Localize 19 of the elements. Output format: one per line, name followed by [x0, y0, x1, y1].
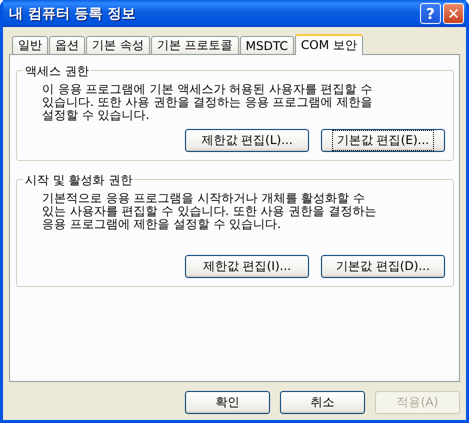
tab[interactable]: 일반: [12, 36, 48, 54]
edit-button[interactable]: 제한값 편집(L)...: [185, 129, 309, 152]
tab[interactable]: 기본 속성: [86, 36, 150, 54]
tab[interactable]: 옵션: [49, 36, 85, 54]
edit-button[interactable]: 기본값 편집(D)...: [321, 255, 445, 278]
dialog-button[interactable]: 취소: [280, 391, 365, 414]
window-title: 내 컴퓨터 등록 정보: [9, 4, 137, 22]
group-title: 액세스 권한: [23, 63, 91, 80]
tab[interactable]: MSDTC: [240, 36, 294, 54]
group-description: 이 응용 프로그램에 기본 액세스가 허용된 사용자를 편집할 수 있습니다. 또한 사용 권한을 결정하는 응용 프로그램에 제한을 설정할 수 있습니다.: [42, 83, 374, 122]
tab[interactable]: 기본 프로토콜: [150, 36, 239, 54]
tab[interactable]: COM 보안: [294, 34, 363, 55]
edit-button[interactable]: 제한값 편집(I)...: [185, 255, 309, 278]
edit-button[interactable]: 기본값 편집(E)...: [321, 129, 445, 152]
group-title: 시작 및 활성화 권한: [23, 172, 134, 189]
dialog-button[interactable]: 확인: [185, 391, 270, 414]
help-button[interactable]: ?: [420, 3, 441, 24]
group-description: 기본적으로 응용 프로그램을 시작하거나 개체를 활성화할 수 있는 사용자를 편집할 수 있습니다. 또한 사용 권한을 결정하는 응용 프로그램에 제한을 설정할 수 있습니다.: [42, 192, 378, 231]
close-button[interactable]: ✕: [443, 3, 464, 24]
